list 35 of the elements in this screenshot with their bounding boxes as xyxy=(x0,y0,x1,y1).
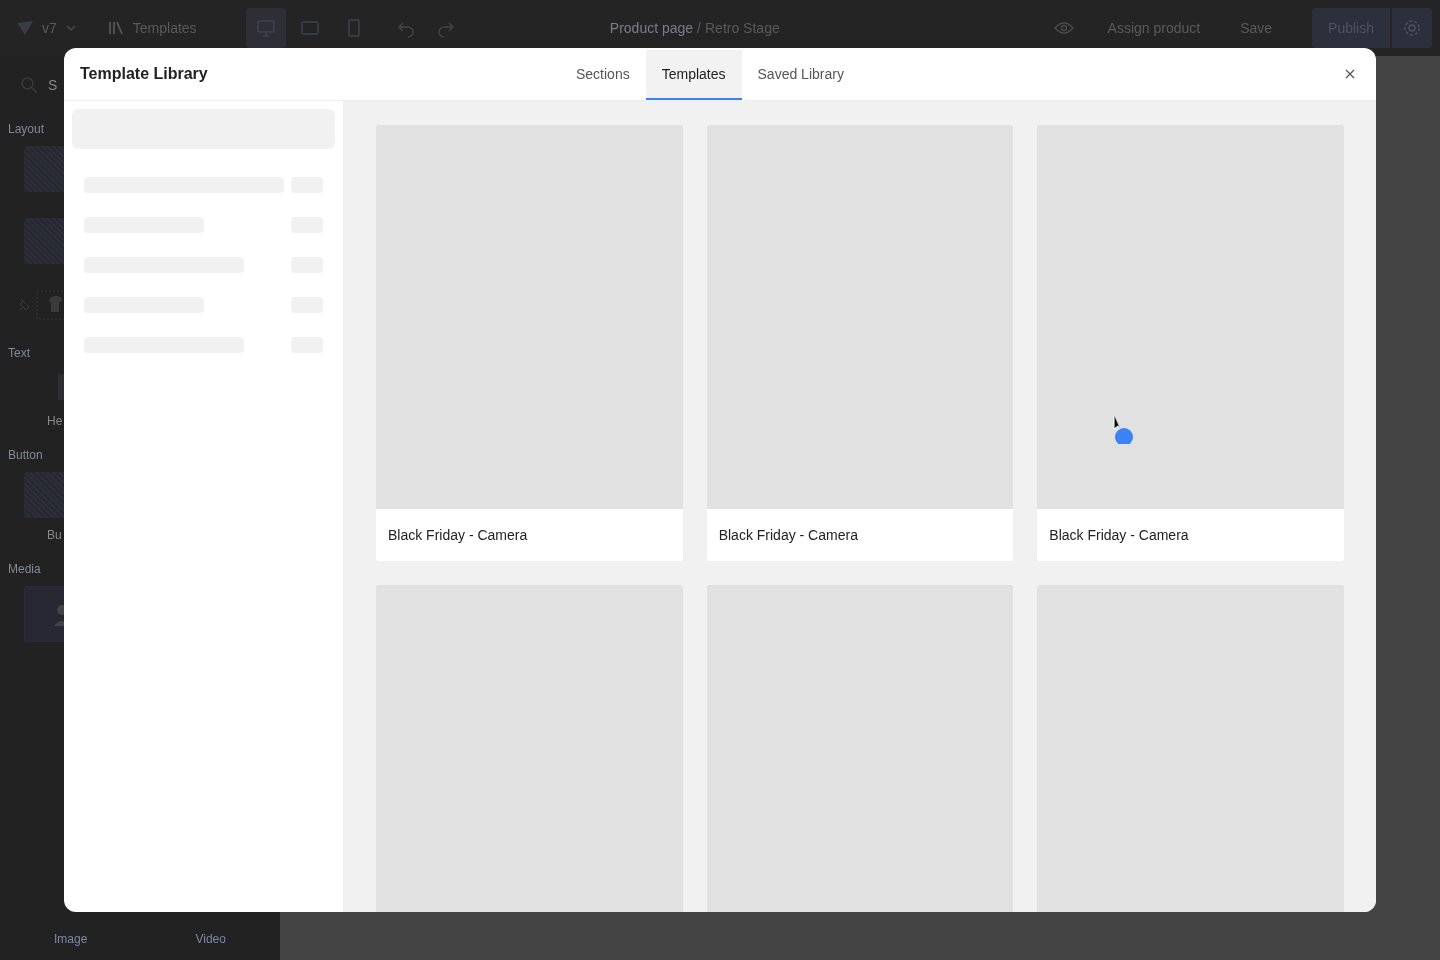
template-card[interactable] xyxy=(1037,585,1344,912)
settings-button[interactable] xyxy=(1392,8,1432,48)
template-name: Black Friday - Camera xyxy=(387,526,529,545)
pin-icon xyxy=(18,298,32,312)
search-field[interactable]: S xyxy=(48,77,58,93)
chevron-down-icon[interactable] xyxy=(64,22,77,34)
template-card[interactable]: Black Friday - Camera xyxy=(706,125,1014,561)
section-heading: Text xyxy=(8,346,30,360)
section-heading: Layout xyxy=(8,122,45,136)
template-card[interactable]: Black Friday - Camera xyxy=(1037,125,1344,561)
desktop-view-button[interactable] xyxy=(246,8,286,48)
dialog-title: Template Library xyxy=(80,65,209,83)
tablet-icon xyxy=(300,18,320,38)
library-icon[interactable] xyxy=(106,19,125,37)
template-card[interactable] xyxy=(706,585,1014,912)
tab[interactable]: Saved Library xyxy=(741,50,860,100)
tab[interactable]: Sections xyxy=(560,50,646,100)
breadcrumb-separator: / xyxy=(697,20,701,36)
template-card[interactable] xyxy=(376,585,683,912)
breadcrumb-link[interactable]: Product page xyxy=(609,20,694,36)
element-label: He xyxy=(47,414,63,428)
settings-icon xyxy=(1402,18,1422,38)
section-heading: Button xyxy=(8,448,43,462)
element-label: Image xyxy=(54,932,88,946)
desktop-icon xyxy=(256,18,276,38)
element-label: Video xyxy=(195,932,226,946)
element-label: Bu xyxy=(47,528,62,542)
template-name: Black Friday - Camera xyxy=(1048,526,1190,545)
search-icon xyxy=(20,76,38,94)
logo-icon[interactable] xyxy=(16,19,34,37)
cursor-icon xyxy=(1112,414,1136,444)
section-heading: Media xyxy=(8,562,41,576)
template-card[interactable]: Black Friday - Camera xyxy=(376,125,683,561)
tab[interactable]: Templates xyxy=(645,50,742,100)
template-name: Black Friday - Camera xyxy=(717,526,859,545)
